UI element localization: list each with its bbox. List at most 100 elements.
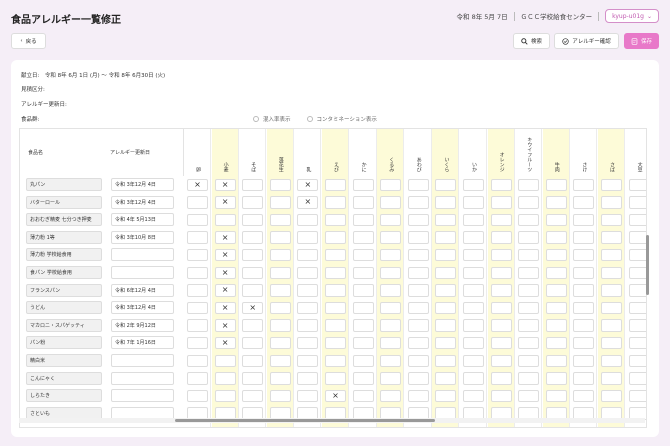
allergen-cell[interactable]: [601, 248, 622, 262]
allergen-cell[interactable]: [628, 266, 646, 279]
allergen-cell[interactable]: [628, 284, 646, 297]
allergen-cell[interactable]: [601, 301, 622, 315]
allergen-cell[interactable]: [325, 336, 346, 350]
allergen-cell[interactable]: [628, 319, 646, 332]
allergen-cell[interactable]: [269, 266, 291, 279]
allergen-cell[interactable]: [601, 389, 622, 403]
allergen-cell[interactable]: [269, 178, 291, 191]
allergen-cell[interactable]: [407, 266, 429, 279]
allergen-cell[interactable]: ×: [214, 178, 236, 191]
allergen-cell[interactable]: [518, 248, 540, 262]
user-menu-button[interactable]: kyup-u01g ⌄: [605, 9, 659, 23]
contamination-radio[interactable]: コンタミネーション表示: [306, 115, 377, 123]
allergen-cell[interactable]: [352, 301, 374, 315]
food-name-field[interactable]: 食パン 学校給食用: [26, 266, 102, 279]
allergen-cell[interactable]: [297, 372, 319, 385]
allergen-cell[interactable]: [463, 284, 484, 297]
allergen-cell[interactable]: [545, 336, 567, 350]
allergen-cell[interactable]: ×: [214, 196, 236, 209]
allergen-cell[interactable]: [297, 248, 319, 262]
allergen-cell[interactable]: [269, 301, 291, 315]
allergen-cell[interactable]: [545, 248, 567, 262]
allergen-cell[interactable]: [407, 213, 429, 227]
allergen-cell[interactable]: [407, 178, 429, 191]
allergen-cell[interactable]: ×: [214, 319, 236, 332]
allergen-cell[interactable]: [242, 178, 264, 191]
allergen-cell[interactable]: [628, 231, 646, 244]
food-name-field[interactable]: こんにゃく: [26, 371, 102, 385]
allergen-cell[interactable]: [435, 301, 457, 315]
allergen-cell[interactable]: [380, 389, 402, 403]
allergen-cell[interactable]: [187, 372, 208, 385]
allergen-cell[interactable]: [407, 231, 429, 244]
allergen-cell[interactable]: [325, 284, 346, 297]
allergen-cell[interactable]: [435, 372, 457, 385]
allergen-cell[interactable]: [407, 319, 429, 332]
allergen-cell[interactable]: [490, 354, 512, 367]
allergen-cell[interactable]: [518, 301, 540, 315]
allergen-cell[interactable]: [352, 372, 374, 385]
allergen-cell[interactable]: [214, 372, 236, 385]
allergen-cell[interactable]: [628, 178, 646, 191]
allergen-cell[interactable]: [490, 178, 512, 191]
search-button[interactable]: 検索: [513, 33, 550, 49]
allergen-cell[interactable]: [242, 213, 264, 227]
allergen-cell[interactable]: [269, 248, 291, 262]
allergen-cell[interactable]: [463, 389, 484, 403]
allergen-cell[interactable]: [380, 266, 402, 279]
allergen-cell[interactable]: [297, 354, 319, 367]
allergen-cell[interactable]: [380, 319, 402, 332]
allergen-cell[interactable]: [380, 178, 402, 191]
allergen-cell[interactable]: [463, 248, 484, 262]
allergen-cell[interactable]: [601, 231, 622, 244]
allergen-cell[interactable]: [269, 336, 291, 350]
allergen-cell[interactable]: [601, 196, 622, 209]
allergen-cell[interactable]: [187, 354, 208, 367]
allergen-cell[interactable]: [407, 389, 429, 403]
allergen-cell[interactable]: ×: [214, 284, 236, 297]
allergen-cell[interactable]: [269, 354, 291, 367]
allergen-cell[interactable]: [490, 284, 512, 297]
allergen-cell[interactable]: [573, 301, 595, 315]
allergen-cell[interactable]: [435, 178, 457, 191]
allergen-cell[interactable]: [573, 196, 595, 209]
allergen-cell[interactable]: [297, 284, 319, 297]
allergen-cell[interactable]: [601, 266, 622, 279]
allergen-cell[interactable]: [380, 336, 402, 350]
allergen-cell[interactable]: [545, 213, 567, 227]
allergen-cell[interactable]: [463, 178, 484, 191]
allergen-cell[interactable]: [463, 231, 484, 244]
allergen-cell[interactable]: [518, 196, 540, 209]
food-name-field[interactable]: 丸パン: [26, 178, 102, 191]
food-name-field[interactable]: おおむぎ精麦 七分つき押麦: [26, 213, 102, 227]
allergen-cell[interactable]: [490, 389, 512, 403]
allergen-cell[interactable]: [407, 336, 429, 350]
allergy-date-field[interactable]: 令和 3年12月 4日: [111, 195, 174, 209]
allergen-cell[interactable]: [407, 354, 429, 367]
allergen-cell[interactable]: [545, 301, 567, 315]
food-name-field[interactable]: 精白米: [26, 354, 102, 367]
allergen-cell[interactable]: [380, 196, 402, 209]
allergen-cell[interactable]: [352, 336, 374, 350]
allergen-cell[interactable]: [573, 284, 595, 297]
allergen-cell[interactable]: [352, 231, 374, 244]
food-name-field[interactable]: うどん: [26, 301, 102, 315]
allergen-cell[interactable]: [573, 319, 595, 332]
allergy-date-field[interactable]: 令和 3年12月 4日: [111, 301, 174, 315]
allergen-cell[interactable]: [573, 231, 595, 244]
allergen-cell[interactable]: [269, 372, 291, 385]
allergen-cell[interactable]: [601, 319, 622, 332]
allergen-cell[interactable]: [545, 284, 567, 297]
allergen-cell[interactable]: [269, 284, 291, 297]
allergen-cell[interactable]: [352, 389, 374, 403]
allergen-cell[interactable]: [352, 178, 374, 191]
allergen-cell[interactable]: [463, 319, 484, 332]
allergen-cell[interactable]: [490, 248, 512, 262]
allergen-cell[interactable]: [407, 248, 429, 262]
allergen-cell[interactable]: [545, 178, 567, 191]
allergen-cell[interactable]: [325, 196, 346, 209]
allergen-cell[interactable]: [518, 354, 540, 367]
allergen-cell[interactable]: ×: [214, 266, 236, 279]
allergen-cell[interactable]: [573, 178, 595, 191]
allergen-cell[interactable]: [352, 284, 374, 297]
